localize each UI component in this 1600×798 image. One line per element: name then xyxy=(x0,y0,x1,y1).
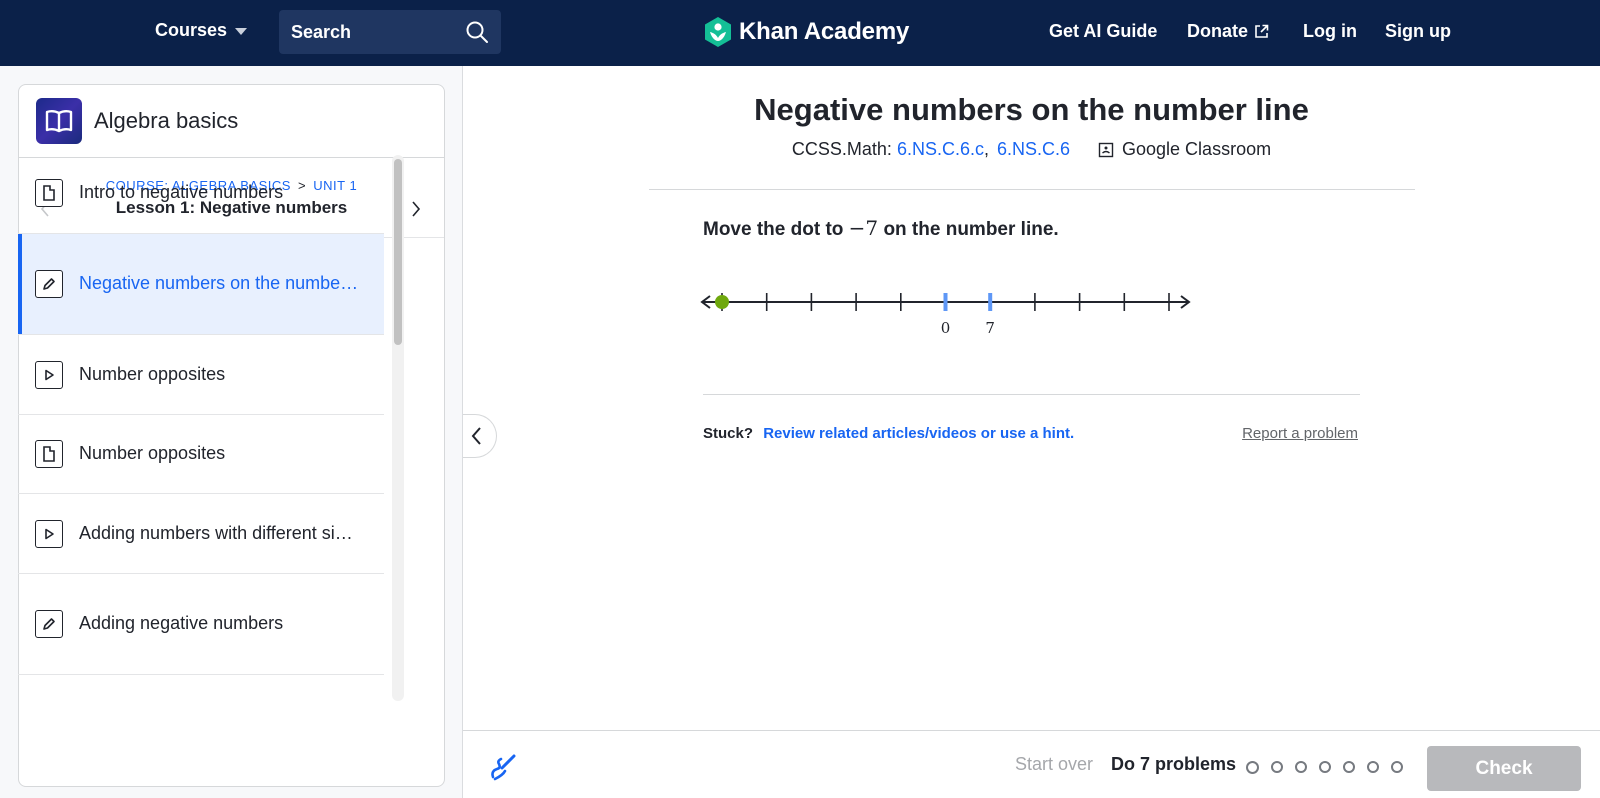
lesson-item-label: Negative numbers on the numbe… xyxy=(79,273,359,293)
progress-dot xyxy=(1367,761,1379,773)
lesson-item-number-opposites-video[interactable]: Number opposites xyxy=(18,335,384,415)
check-button[interactable]: Check xyxy=(1427,746,1581,791)
pencil-icon xyxy=(35,270,63,298)
stuck-row: Stuck? Review related articles/videos or… xyxy=(703,425,1074,442)
report-problem-link[interactable]: Report a problem xyxy=(1242,425,1358,442)
lesson-item-label: Number opposites xyxy=(79,364,226,384)
google-classroom-button[interactable]: Google Classroom xyxy=(1098,139,1271,160)
collapse-sidebar-button[interactable] xyxy=(463,414,497,458)
chevron-down-icon xyxy=(235,28,248,35)
search-input[interactable] xyxy=(291,21,461,43)
standard-link-2[interactable]: 6.NS.C.6 xyxy=(997,139,1070,160)
khan-logo-icon xyxy=(705,17,731,47)
chevron-right-icon[interactable] xyxy=(410,200,422,218)
progress-dot xyxy=(1246,761,1259,774)
problem-count-label: Do 7 problems xyxy=(1111,754,1237,774)
question-text-pre: Move the dot to xyxy=(703,219,844,240)
article-icon xyxy=(35,179,63,207)
exercise-footer: Start over Do 7 problems Check xyxy=(463,730,1600,798)
lesson-item-label: Adding numbers with different si… xyxy=(79,523,353,543)
question-math-value: −7 xyxy=(848,216,879,240)
course-book-icon xyxy=(36,98,82,144)
draggable-point[interactable] xyxy=(715,295,729,309)
progress-dot xyxy=(1295,761,1307,773)
scrollbar-thumb[interactable] xyxy=(394,159,402,345)
khan-academy-logo[interactable]: Khan Academy xyxy=(703,16,909,48)
lesson-item-number-opposites-article[interactable]: Number opposites xyxy=(18,415,384,494)
tick-label: 7 xyxy=(985,319,995,337)
external-link-icon xyxy=(1255,24,1269,38)
lesson-item-label: Number opposites xyxy=(79,443,226,463)
play-icon xyxy=(35,361,63,389)
progress-dot xyxy=(1319,761,1331,773)
progress-dot xyxy=(1271,761,1283,773)
hint-link[interactable]: Review related articles/videos or use a … xyxy=(763,425,1074,442)
courses-menu[interactable]: Courses xyxy=(155,20,248,41)
google-classroom-label: Google Classroom xyxy=(1122,139,1272,159)
signup-link[interactable]: Sign up xyxy=(1385,21,1451,42)
start-over-button[interactable]: Start over xyxy=(1015,754,1093,775)
sidebar-scrollbar[interactable] xyxy=(392,155,404,701)
lesson-item-list: Intro to negative numbers Negative numbe… xyxy=(18,153,384,703)
lesson-item-intro-negative-numbers[interactable]: Intro to negative numbers xyxy=(18,153,384,234)
lesson-item-adding-negative-numbers[interactable]: Adding negative numbers xyxy=(18,574,384,675)
progress-dot xyxy=(1343,761,1355,773)
progress-dot xyxy=(1391,761,1403,773)
donate-label: Donate xyxy=(1187,21,1249,41)
google-classroom-icon xyxy=(1098,142,1114,157)
course-header[interactable]: Algebra basics xyxy=(19,85,444,158)
donate-link[interactable]: Donate xyxy=(1187,21,1269,42)
standards-row: CCSS.Math: 6.NS.C.6.c , 6.NS.C.6 Google … xyxy=(463,139,1600,160)
chevron-left-icon xyxy=(471,427,481,445)
play-icon xyxy=(35,520,63,548)
logo-text: Khan Academy xyxy=(739,18,910,45)
question-text-post: on the number line. xyxy=(883,219,1059,240)
standard-separator: , xyxy=(983,139,989,159)
progress-dots xyxy=(1246,761,1403,774)
search-icon[interactable] xyxy=(465,20,489,44)
exercise-title: Negative numbers on the number line xyxy=(754,92,1309,127)
login-link[interactable]: Log in xyxy=(1303,21,1357,42)
divider xyxy=(649,189,1415,190)
lesson-item-negative-numbers-number-line[interactable]: Negative numbers on the numbe… xyxy=(18,234,384,335)
number-line[interactable]: 07 xyxy=(700,290,1220,350)
top-nav: Courses Khan Academy Get AI Guide Donate… xyxy=(0,0,1600,66)
standard-link-1[interactable]: 6.NS.C.6.c xyxy=(897,139,984,160)
divider xyxy=(703,394,1360,395)
stuck-label: Stuck? xyxy=(703,425,754,442)
lesson-item-label: Adding negative numbers xyxy=(79,613,284,633)
search-box[interactable] xyxy=(279,10,501,54)
lesson-item-label: Intro to negative numbers xyxy=(79,182,284,202)
pencil-icon xyxy=(35,610,63,638)
article-icon xyxy=(35,440,63,468)
scratchpad-icon[interactable] xyxy=(489,751,519,781)
tick-label: 0 xyxy=(941,319,951,337)
question-prompt: Move the dot to −7 on the number line. xyxy=(703,216,1059,241)
get-ai-guide-link[interactable]: Get AI Guide xyxy=(1049,21,1157,42)
courses-label: Courses xyxy=(155,20,228,40)
ccss-prefix: CCSS.Math: xyxy=(791,139,892,159)
lesson-item-adding-numbers-different-signs[interactable]: Adding numbers with different si… xyxy=(18,494,384,574)
course-title: Algebra basics xyxy=(94,108,239,133)
